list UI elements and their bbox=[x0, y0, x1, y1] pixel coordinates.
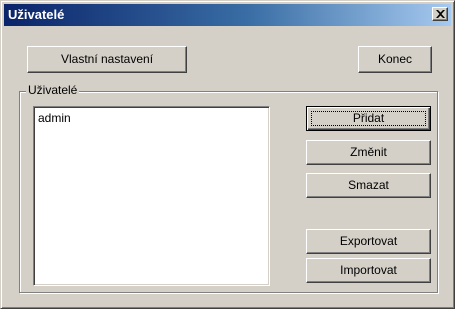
export-label: Exportovat bbox=[339, 234, 398, 248]
exit-button[interactable]: Konec bbox=[358, 46, 432, 73]
import-label: Importovat bbox=[340, 263, 397, 277]
title-bar[interactable]: Uživatelé bbox=[4, 4, 451, 26]
delete-button[interactable]: Smazat bbox=[306, 173, 431, 198]
close-button[interactable] bbox=[432, 7, 448, 21]
edit-button[interactable]: Změnit bbox=[306, 140, 431, 165]
custom-settings-button[interactable]: Vlastní nastavení bbox=[27, 46, 187, 73]
add-label: Přidat bbox=[352, 111, 385, 125]
users-listbox[interactable]: admin bbox=[33, 106, 270, 286]
exit-label: Konec bbox=[377, 52, 413, 66]
export-button[interactable]: Exportovat bbox=[306, 229, 431, 254]
edit-label: Změnit bbox=[350, 145, 387, 159]
list-item[interactable]: admin bbox=[38, 111, 71, 125]
users-dialog: Uživatelé Vlastní nastavení Konec Uživat… bbox=[0, 0, 455, 309]
import-button[interactable]: Importovat bbox=[306, 258, 431, 283]
window-title: Uživatelé bbox=[8, 7, 65, 22]
close-icon bbox=[436, 10, 445, 18]
add-button[interactable]: Přidat bbox=[306, 106, 431, 131]
users-group-label: Uživatelé bbox=[26, 83, 80, 98]
delete-label: Smazat bbox=[348, 178, 389, 192]
custom-settings-label: Vlastní nastavení bbox=[60, 52, 154, 66]
